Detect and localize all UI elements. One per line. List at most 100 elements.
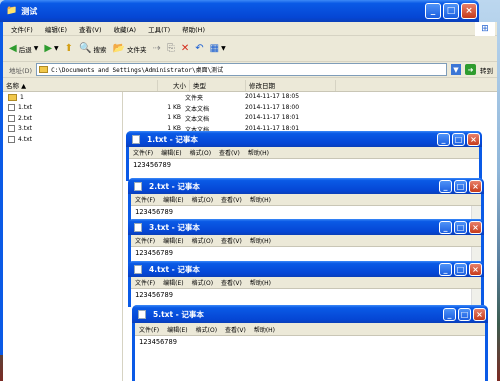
address-field[interactable]: C:\Documents and Settings\Administrator\… (36, 63, 447, 76)
text-area[interactable]: 123456789 (131, 247, 481, 259)
close-button[interactable]: × (469, 179, 482, 193)
column-type[interactable]: 类型 (190, 80, 246, 91)
up-button[interactable]: ⬆ (65, 43, 73, 54)
menu-view[interactable]: 查看(V) (221, 278, 242, 287)
menu-file[interactable]: 文件(F) (135, 236, 155, 245)
table-row[interactable]: 文件夹 2014-11-17 18:05 (133, 93, 325, 102)
list-item[interactable]: 4.txt (3, 134, 122, 145)
maximize-button[interactable]: □ (454, 220, 467, 234)
list-item[interactable]: 2.txt (3, 113, 122, 124)
close-button[interactable]: × (473, 307, 486, 321)
menu-view[interactable]: 查看(V) (79, 24, 102, 34)
address-bar: 地址(D) C:\Documents and Settings\Administ… (3, 62, 497, 78)
menu-view[interactable]: 查看(V) (221, 195, 242, 204)
menu-help[interactable]: 帮助(H) (250, 278, 271, 287)
menu-file[interactable]: 文件(F) (133, 148, 153, 157)
notepad-icon (134, 264, 142, 274)
menu-format[interactable]: 格式(O) (190, 148, 211, 157)
menu-help[interactable]: 帮助(H) (248, 148, 269, 157)
address-label: 地址(D) (9, 66, 33, 75)
notepad-titlebar[interactable]: 4.txt - 记事本 _ □ × (128, 261, 484, 277)
menu-view[interactable]: 查看(V) (221, 236, 242, 245)
move-to-button[interactable]: ⇢ (152, 43, 160, 54)
list-item[interactable]: 3.txt (3, 124, 122, 135)
menu-edit[interactable]: 编辑(E) (163, 195, 183, 204)
copy-to-button[interactable]: ⎘ (167, 43, 175, 54)
menu-tools[interactable]: 工具(T) (148, 24, 170, 34)
menu-file[interactable]: 文件(F) (139, 325, 159, 334)
text-area[interactable]: 123456789 (131, 206, 481, 218)
close-button[interactable]: × (469, 220, 482, 234)
search-button[interactable]: 🔍 搜索 (79, 43, 106, 54)
menu-edit[interactable]: 编辑(E) (163, 278, 183, 287)
minimize-button[interactable]: _ (437, 132, 450, 146)
minimize-button[interactable]: _ (439, 179, 452, 193)
back-button[interactable]: ◀ 后退 ▼ (9, 43, 38, 54)
menu-format[interactable]: 格式(O) (192, 236, 213, 245)
notepad-window-5[interactable]: 5.txt - 记事本 _ □ × 文件(F) 编辑(E) 格式(O) 查看(V) 帮助(H)… (132, 305, 488, 381)
folders-icon: 📂 (112, 43, 125, 54)
minimize-button[interactable]: _ (425, 3, 441, 19)
menu-format[interactable]: 格式(O) (196, 325, 217, 334)
notepad-titlebar[interactable]: 1.txt - 记事本 _ □ × (126, 131, 482, 147)
notepad-icon (132, 134, 140, 144)
forward-button[interactable]: ▶ ▼ (44, 43, 58, 54)
views-button[interactable]: ▦ ▼ (210, 43, 226, 54)
menu-file[interactable]: 文件(F) (135, 278, 155, 287)
menu-edit[interactable]: 编辑(E) (167, 325, 187, 334)
notepad-menu: 文件(F) 编辑(E) 格式(O) 查看(V) 帮助(H) (131, 194, 481, 206)
menu-help[interactable]: 帮助(H) (254, 325, 275, 334)
minimize-button[interactable]: _ (443, 307, 456, 321)
menu-help[interactable]: 帮助(H) (250, 195, 271, 204)
text-area[interactable]: 123456789 (135, 336, 485, 348)
text-file-icon (8, 114, 15, 122)
column-size[interactable]: 大小 (158, 80, 190, 91)
maximize-button[interactable]: □ (443, 3, 459, 19)
delete-button[interactable]: ✕ (181, 43, 189, 54)
go-arrow-icon[interactable]: ➜ (465, 64, 476, 75)
list-item[interactable]: 1.txt (3, 103, 122, 114)
maximize-button[interactable]: □ (454, 179, 467, 193)
notepad-titlebar[interactable]: 2.txt - 记事本 _ □ × (128, 178, 484, 194)
menu-view[interactable]: 查看(V) (225, 325, 246, 334)
list-item[interactable]: 1 (3, 92, 122, 103)
column-modified[interactable]: 修改日期 (246, 80, 336, 91)
minimize-button[interactable]: _ (439, 220, 452, 234)
maximize-button[interactable]: □ (454, 262, 467, 276)
folder-icon (8, 93, 17, 101)
explorer-titlebar[interactable]: 📁 测试 _ □ × (0, 0, 479, 22)
notepad-titlebar[interactable]: 5.txt - 记事本 _ □ × (132, 305, 488, 323)
notepad-window-4[interactable]: 4.txt - 记事本 _ □ × 文件(F) 编辑(E) 格式(O) 查看(V) 帮助(H)… (128, 261, 484, 307)
close-button[interactable]: × (467, 132, 480, 146)
menu-edit[interactable]: 编辑(E) (163, 236, 183, 245)
notepad-window-1[interactable]: 1.txt - 记事本 _ □ × 文件(F) 编辑(E) 格式(O) 查看(V) 帮助(H)… (126, 131, 482, 181)
maximize-button[interactable]: □ (452, 132, 465, 146)
table-row[interactable]: 1 KB 文本文档 2014-11-17 18:00 (133, 104, 325, 113)
notepad-menu: 文件(F) 编辑(E) 格式(O) 查看(V) 帮助(H) (135, 323, 485, 336)
text-area[interactable]: 123456789 (131, 289, 481, 301)
text-area[interactable]: 123456789 (129, 159, 479, 171)
minimize-button[interactable]: _ (439, 262, 452, 276)
window-title: 测试 (21, 6, 38, 16)
undo-button[interactable]: ↶ (195, 43, 203, 54)
menu-help[interactable]: 帮助(H) (182, 24, 205, 34)
notepad-window-3[interactable]: 3.txt - 记事本 _ □ × 文件(F) 编辑(E) 格式(O) 查看(V) 帮助(H)… (128, 219, 484, 265)
chevron-down-icon[interactable]: ▼ (451, 64, 461, 75)
close-button[interactable]: × (469, 262, 482, 276)
menu-format[interactable]: 格式(O) (192, 278, 213, 287)
close-button[interactable]: × (461, 3, 477, 19)
folder-icon (39, 66, 49, 73)
menu-edit[interactable]: 编辑(E) (45, 24, 67, 34)
menu-file[interactable]: 文件(F) (11, 24, 33, 34)
menu-format[interactable]: 格式(O) (192, 195, 213, 204)
table-row[interactable]: 1 KB 文本文档 2014-11-17 18:01 (133, 114, 325, 123)
maximize-button[interactable]: □ (458, 307, 471, 321)
folders-button[interactable]: 📂 文件夹 (113, 43, 147, 54)
menu-edit[interactable]: 编辑(E) (161, 148, 181, 157)
column-name[interactable]: 名称 ▲ (3, 80, 158, 91)
menu-help[interactable]: 帮助(H) (250, 236, 271, 245)
menu-file[interactable]: 文件(F) (135, 195, 155, 204)
menu-favorites[interactable]: 收藏(A) (114, 24, 137, 34)
menu-view[interactable]: 查看(V) (219, 148, 240, 157)
notepad-titlebar[interactable]: 3.txt - 记事本 _ □ × (128, 219, 484, 235)
